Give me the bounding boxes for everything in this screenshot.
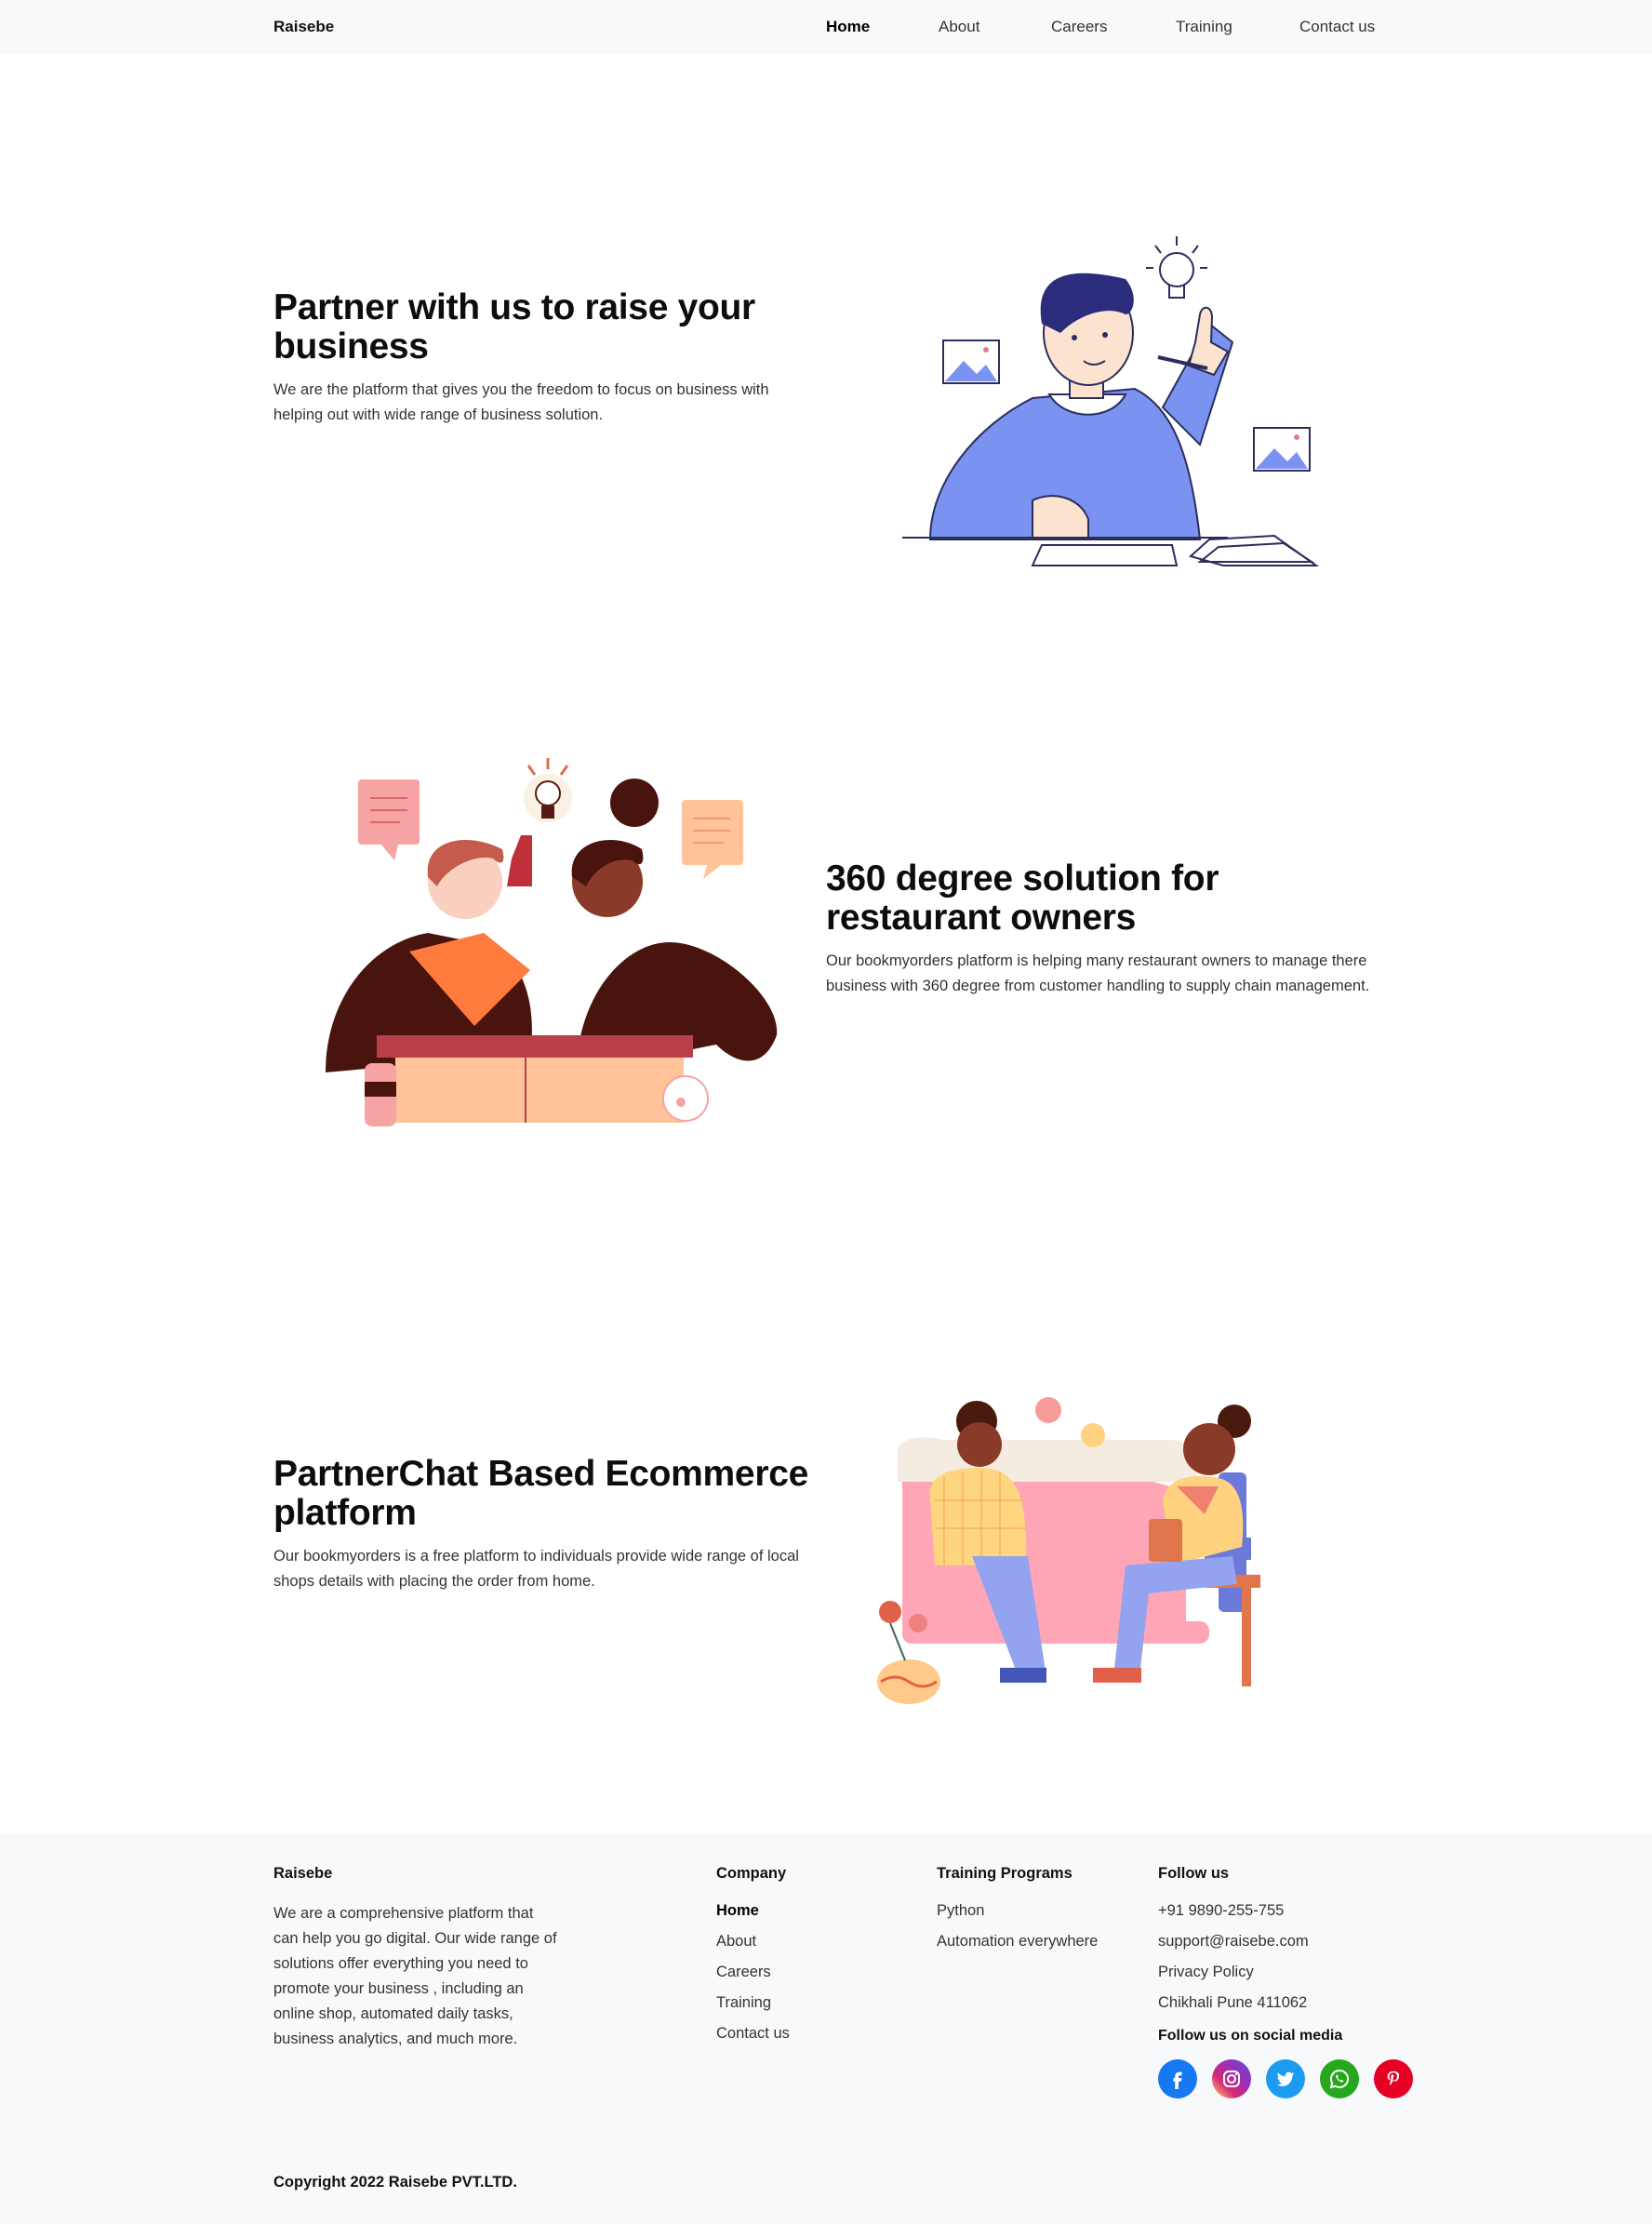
footer-phone[interactable]: +91 9890-255-755 (1158, 1896, 1428, 1926)
nav-about-link[interactable]: About (939, 18, 1051, 36)
restaurant-text: 360 degree solution for restaurant owner… (826, 859, 1384, 999)
people-chatting-illustration (877, 1397, 1260, 1704)
top-navbar: Raisebe Home About Careers Training Cont… (0, 0, 1652, 54)
footer-follow-column: Follow us +91 9890-255-755 support@raise… (1158, 1865, 1428, 2098)
ecommerce-section: PartnerChat Based Ecommerce platform Our… (0, 1282, 1652, 1833)
ecommerce-description: Our bookmyorders is a free platform to i… (273, 1548, 799, 1590)
pinterest-icon[interactable] (1374, 2059, 1413, 2098)
whatsapp-icon[interactable] (1320, 2059, 1359, 2098)
footer-privacy-link[interactable]: Privacy Policy (1158, 1957, 1428, 1988)
man-with-idea-illustration (902, 236, 1320, 566)
nav-home-link[interactable]: Home (826, 18, 939, 36)
footer-follow-heading: Follow us (1158, 1865, 1230, 1882)
footer-address: Chikhali Pune 411062 (1158, 1994, 1308, 2011)
twitter-icon[interactable] (1266, 2059, 1305, 2098)
restaurant-title: 360 degree solution for restaurant owner… (826, 859, 1219, 938)
footer-company-column: Company Home About Careers Training Cont… (716, 1865, 790, 2049)
footer-link-contact[interactable]: Contact us (716, 2018, 790, 2049)
restaurant-section: 360 degree solution for restaurant owner… (0, 705, 1652, 1282)
footer-email[interactable]: support@raisebe.com (1158, 1926, 1428, 1957)
footer-training-heading: Training Programs (937, 1865, 1072, 1882)
footer-link-automation[interactable]: Automation everywhere (937, 1926, 1098, 1957)
hero-title: Partner with us to raise your business (273, 287, 755, 366)
facebook-icon[interactable] (1158, 2059, 1197, 2098)
brand-logo[interactable]: Raisebe (273, 18, 334, 36)
footer-brand: Raisebe (273, 1865, 333, 1882)
footer-about-column: Raisebe We are a comprehensive platform … (273, 1865, 562, 2052)
restaurant-description: Our bookmyorders platform is helping man… (826, 952, 1370, 994)
copyright-text: Copyright 2022 Raisebe PVT.LTD. (273, 2174, 517, 2191)
footer-about-text: We are a comprehensive platform that can… (273, 1905, 557, 2047)
social-heading: Follow us on social media (1158, 2028, 1343, 2044)
social-icons (1158, 2059, 1428, 2098)
footer-link-training[interactable]: Training (716, 1988, 790, 2018)
instagram-icon[interactable] (1212, 2059, 1251, 2098)
main-nav: Home About Careers Training Contact us (826, 18, 1375, 36)
nav-careers-link[interactable]: Careers (1051, 18, 1176, 36)
footer-link-home[interactable]: Home (716, 1896, 790, 1926)
footer-company-links: Home About Careers Training Contact us (716, 1896, 790, 2049)
footer-contact-list: +91 9890-255-755 support@raisebe.com Pri… (1158, 1896, 1428, 2018)
hero-description: We are the platform that gives you the f… (273, 381, 769, 423)
hero-section: Partner with us to raise your business W… (0, 54, 1652, 705)
footer-training-column: Training Programs Python Automation ever… (937, 1865, 1098, 1957)
footer-link-careers[interactable]: Careers (716, 1957, 790, 1988)
nav-contact-link[interactable]: Contact us (1299, 18, 1375, 36)
ecommerce-title: PartnerChat Based Ecommerce platform (273, 1454, 808, 1533)
nav-training-link[interactable]: Training (1176, 18, 1299, 36)
site-footer: Raisebe We are a comprehensive platform … (0, 1833, 1652, 2224)
footer-link-python[interactable]: Python (937, 1896, 1098, 1926)
footer-link-about[interactable]: About (716, 1926, 790, 1957)
hero-text: Partner with us to raise your business W… (273, 288, 822, 428)
footer-training-links: Python Automation everywhere (937, 1896, 1098, 1957)
friends-studying-illustration (326, 758, 778, 1126)
ecommerce-text: PartnerChat Based Ecommerce platform Our… (273, 1455, 822, 1594)
footer-company-heading: Company (716, 1865, 787, 1882)
